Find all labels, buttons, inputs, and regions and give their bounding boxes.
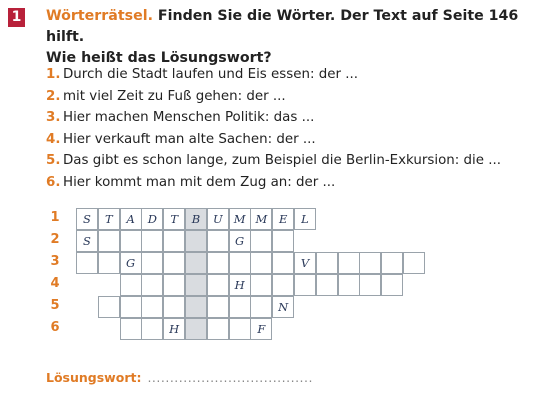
grid-cell[interactable] xyxy=(141,318,164,340)
grid-cell[interactable] xyxy=(163,274,186,296)
grid-cell[interactable] xyxy=(403,252,425,274)
grid-cell[interactable]: S xyxy=(76,230,98,252)
grid-cell[interactable] xyxy=(163,230,186,252)
grid-cell[interactable]: F xyxy=(250,318,273,340)
clue-number: 2. xyxy=(46,88,61,104)
solution-cell[interactable] xyxy=(185,296,207,318)
exercise-number: 1 xyxy=(8,8,25,27)
grid-cell[interactable] xyxy=(163,296,186,318)
clue-number: 4. xyxy=(46,131,61,147)
grid-cell[interactable]: U xyxy=(206,208,229,230)
solution-cell[interactable] xyxy=(185,274,207,296)
clue-text: Durch die Stadt laufen und Eis essen: de… xyxy=(63,67,358,82)
solution-cell[interactable] xyxy=(185,230,207,252)
grid-cell[interactable]: E xyxy=(272,208,295,230)
grid-cell[interactable] xyxy=(228,252,251,274)
grid-cell[interactable] xyxy=(206,274,229,296)
grid-cell[interactable] xyxy=(206,230,229,252)
grid-cell[interactable] xyxy=(119,296,142,318)
grid-cell[interactable] xyxy=(315,274,338,296)
row-number: 1 xyxy=(50,210,60,225)
grid-cell[interactable] xyxy=(206,252,229,274)
grid-cell[interactable]: T xyxy=(163,208,186,230)
grid-cell[interactable]: D xyxy=(141,208,164,230)
grid-cell[interactable] xyxy=(250,274,273,296)
grid-cell[interactable] xyxy=(337,252,360,274)
grid-cell[interactable]: S xyxy=(76,208,98,230)
grid-cell[interactable]: H xyxy=(163,318,186,340)
grid-cell[interactable]: M xyxy=(250,208,273,230)
row-number: 4 xyxy=(50,276,60,291)
grid-cell[interactable]: V xyxy=(294,252,316,274)
clue-item: 5. Das gibt es schon lange, zum Beispiel … xyxy=(46,150,501,172)
grid-cell[interactable]: L xyxy=(294,208,316,230)
row-number: 5 xyxy=(50,298,60,313)
grid-cell[interactable] xyxy=(206,296,229,318)
grid-cell[interactable] xyxy=(119,318,142,340)
grid-cell[interactable]: T xyxy=(97,208,120,230)
solution-word-label: Lösungswort: xyxy=(46,370,142,385)
grid-cell[interactable] xyxy=(272,230,295,252)
grid-cell[interactable] xyxy=(206,318,229,340)
grid-cell[interactable] xyxy=(294,274,316,296)
clue-text: Hier kommt man mit dem Zug an: der ... xyxy=(63,174,336,190)
clue-text: Hier machen Menschen Politik: das ... xyxy=(63,110,315,125)
grid-cell[interactable] xyxy=(272,252,295,274)
clue-number: 5. xyxy=(46,153,61,168)
grid-cell[interactable]: G xyxy=(228,230,251,252)
grid-cell[interactable] xyxy=(141,230,164,252)
clue-item: 1. Durch die Stadt laufen und Eis essen: … xyxy=(46,64,501,86)
row-number: 6 xyxy=(50,320,60,335)
grid-cell[interactable] xyxy=(272,274,295,296)
grid-cell[interactable] xyxy=(97,230,120,252)
grid-cell[interactable] xyxy=(250,296,273,318)
grid-cell[interactable] xyxy=(228,296,251,318)
grid-cell[interactable] xyxy=(359,252,382,274)
grid-cell[interactable] xyxy=(228,318,251,340)
grid-cell[interactable] xyxy=(315,252,338,274)
clue-number: 3. xyxy=(46,110,61,125)
grid-cell[interactable] xyxy=(119,274,142,296)
grid-cell[interactable] xyxy=(119,230,142,252)
clue-item: 4. Hier verkauft man alte Sachen: der ... xyxy=(46,129,501,151)
grid-cell[interactable] xyxy=(97,252,120,274)
clue-item: 3. Hier machen Menschen Politik: das ... xyxy=(46,107,501,129)
solution-cell[interactable] xyxy=(185,318,207,340)
grid-cell[interactable]: N xyxy=(272,296,295,318)
grid-cell[interactable] xyxy=(381,252,404,274)
row-number: 2 xyxy=(50,232,60,247)
exercise-heading: Wörterrätsel. Finden Sie die Wörter. Der… xyxy=(46,6,546,69)
grid-cell[interactable] xyxy=(163,252,186,274)
solution-cell[interactable]: B xyxy=(185,208,207,230)
grid-cell[interactable] xyxy=(337,274,360,296)
row-number: 3 xyxy=(50,254,60,269)
clue-item: 6. Hier kommt man mit dem Zug an: der ... xyxy=(46,172,501,194)
solution-cell[interactable] xyxy=(185,252,207,274)
grid-cell[interactable] xyxy=(359,274,382,296)
grid-cell[interactable] xyxy=(381,274,404,296)
clue-item: 2. mit viel Zeit zu Fuß gehen: der ... xyxy=(46,86,501,108)
clue-number: 1. xyxy=(46,67,61,82)
grid-cell[interactable]: M xyxy=(228,208,251,230)
clue-number: 6. xyxy=(46,174,61,190)
exercise-title: Wörterrätsel. xyxy=(46,8,153,24)
grid-cell[interactable] xyxy=(250,252,273,274)
clue-text: Hier verkauft man alte Sachen: der ... xyxy=(63,131,316,147)
grid-cell[interactable]: G xyxy=(119,252,142,274)
grid-cell[interactable] xyxy=(76,252,98,274)
grid-cell[interactable]: H xyxy=(228,274,251,296)
grid-cell[interactable]: A xyxy=(119,208,142,230)
solution-word-line: Lösungswort:............................… xyxy=(46,370,313,385)
solution-word-blank[interactable]: ..................................... xyxy=(147,370,313,385)
grid-cell[interactable] xyxy=(250,230,273,252)
clue-text: Das gibt es schon lange, zum Beispiel di… xyxy=(63,153,502,168)
grid-cell[interactable] xyxy=(141,274,164,296)
grid-cell[interactable] xyxy=(141,296,164,318)
grid-cell[interactable] xyxy=(141,252,164,274)
grid-cell[interactable] xyxy=(97,296,120,318)
clue-text: mit viel Zeit zu Fuß gehen: der ... xyxy=(63,88,286,104)
clue-list: 1. Durch die Stadt laufen und Eis essen: … xyxy=(46,64,501,193)
